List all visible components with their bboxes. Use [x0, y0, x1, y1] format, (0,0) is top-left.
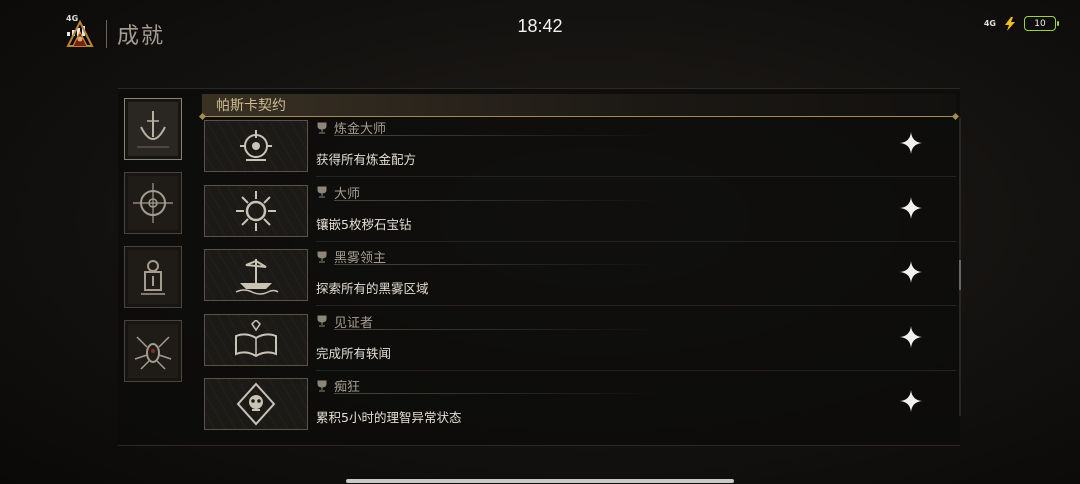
sun-gem-icon: [236, 190, 276, 231]
row-separator: [316, 305, 956, 306]
row-rule: [334, 328, 664, 330]
achievement-description: 获得所有炼金配方: [316, 152, 417, 167]
battery-indicator: 10: [1024, 16, 1059, 31]
achievement-description: 累积5小时的理智异常状态: [316, 410, 462, 425]
anchor-emblem-icon: [137, 111, 169, 148]
achievement-row[interactable]: 痴狂 累积5小时的理智异常状态: [204, 376, 956, 430]
header-divider: [106, 20, 107, 48]
achievement-description: 探索所有的黑雾区域: [316, 281, 429, 296]
achievement-badge: [204, 378, 308, 430]
row-separator: [316, 176, 956, 177]
ship-icon: [235, 259, 279, 295]
network-type-right: 4G: [983, 19, 996, 28]
scroll-thumb[interactable]: [959, 260, 961, 290]
achievement-description: 完成所有轶闻: [316, 345, 392, 361]
trophy-icon: [317, 186, 327, 198]
achievement-row[interactable]: 见证者 完成所有轶闻: [204, 312, 956, 371]
achievement-badge: [204, 184, 308, 237]
sparkle-star-icon: [900, 132, 922, 154]
page-header: 成就: [60, 18, 165, 50]
row-separator: [316, 369, 956, 371]
row-rule: [334, 199, 664, 201]
tab-lantern[interactable]: [124, 246, 182, 308]
sparkle-star-icon: [900, 325, 922, 348]
achievement-badge: [204, 249, 308, 301]
achievement-description: 镶嵌5枚秽石宝钻: [316, 216, 412, 232]
category-header: 帕斯卡契约: [202, 94, 956, 117]
alchemy-flask-icon: [240, 130, 272, 161]
sparkle-star-icon: [900, 261, 922, 283]
achievement-badge: [204, 120, 308, 172]
achievement-badge: [204, 313, 308, 366]
row-rule: [334, 135, 664, 136]
category-title: 帕斯卡契约: [216, 98, 286, 114]
achievement-row[interactable]: 黑雾领主 探索所有的黑雾区域: [204, 247, 956, 306]
trophy-icon: [317, 251, 327, 262]
open-book-icon: [235, 319, 277, 357]
trophy-icon: [317, 122, 327, 133]
charging-bolt-icon: [1005, 16, 1015, 31]
sparkle-star-icon: [900, 390, 922, 412]
status-indicators: 4G 10: [983, 16, 1059, 31]
game-emblem-icon[interactable]: [60, 19, 100, 49]
row-rule: [334, 393, 664, 394]
page-title: 成就: [117, 24, 166, 49]
achievement-row[interactable]: 大师 镶嵌5枚秽石宝钻: [204, 183, 956, 242]
category-tabs: [124, 98, 182, 394]
sparkle-star-icon: [900, 196, 922, 219]
trophy-icon: [317, 315, 327, 327]
achievement-row[interactable]: 炼金大师 获得所有炼金配方: [204, 118, 956, 177]
achievement-list: 炼金大师 获得所有炼金配方 大师 镶嵌5枚秽石宝钻 黑雾领主 探索所有的黑雾区域…: [204, 118, 956, 441]
skull-sigil-icon: [236, 382, 276, 426]
tab-anchor[interactable]: [124, 98, 182, 160]
spider-sigil-icon: [134, 336, 172, 370]
tab-compass[interactable]: [124, 172, 182, 234]
lantern-emblem-icon: [141, 260, 165, 295]
row-rule: [334, 264, 664, 265]
home-indicator[interactable]: [346, 479, 734, 483]
tab-spider[interactable]: [124, 320, 182, 382]
row-separator: [316, 240, 956, 242]
compass-sigil-icon: [133, 183, 173, 223]
scrollbar[interactable]: [959, 118, 961, 416]
trophy-icon: [317, 380, 327, 391]
